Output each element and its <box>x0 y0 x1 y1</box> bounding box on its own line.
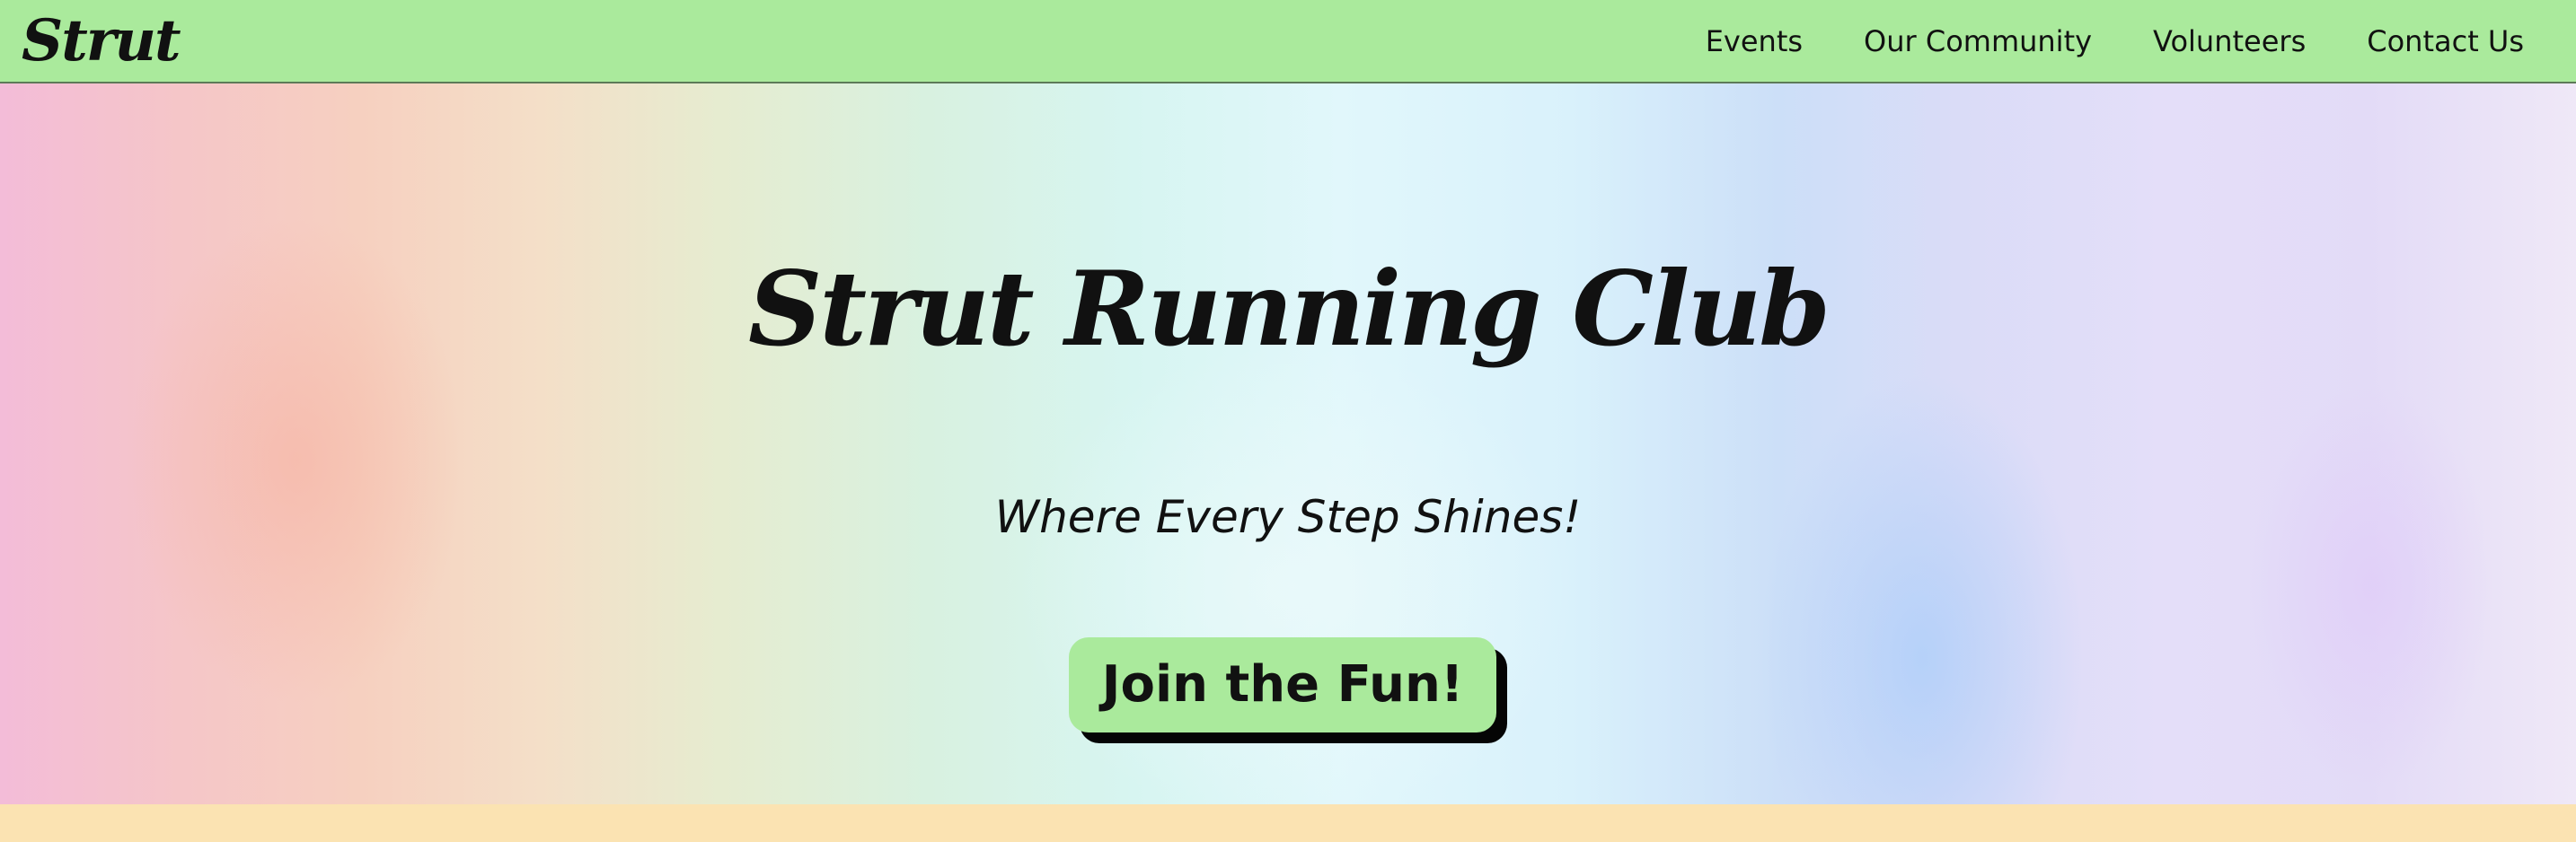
top-navigation-bar: Strut Events Our Community Volunteers Co… <box>0 0 2576 83</box>
nav-link-our-community[interactable]: Our Community <box>1864 20 2092 63</box>
hero-subtitle: Where Every Step Shines! <box>994 491 1582 543</box>
hero-section: Strut Running Club Where Every Step Shin… <box>0 83 2576 804</box>
site-logo[interactable]: Strut <box>22 7 181 75</box>
nav-link-events[interactable]: Events <box>1706 20 1803 63</box>
nav-link-volunteers[interactable]: Volunteers <box>2153 20 2306 63</box>
join-button-container: Join the Fun! <box>1069 637 1507 743</box>
primary-navigation: Events Our Community Volunteers Contact … <box>1706 20 2524 63</box>
hero-title: Strut Running Club <box>748 249 1831 370</box>
nav-link-contact-us[interactable]: Contact Us <box>2367 20 2524 63</box>
join-the-fun-button[interactable]: Join the Fun! <box>1069 637 1496 732</box>
next-section-edge <box>0 804 2576 842</box>
